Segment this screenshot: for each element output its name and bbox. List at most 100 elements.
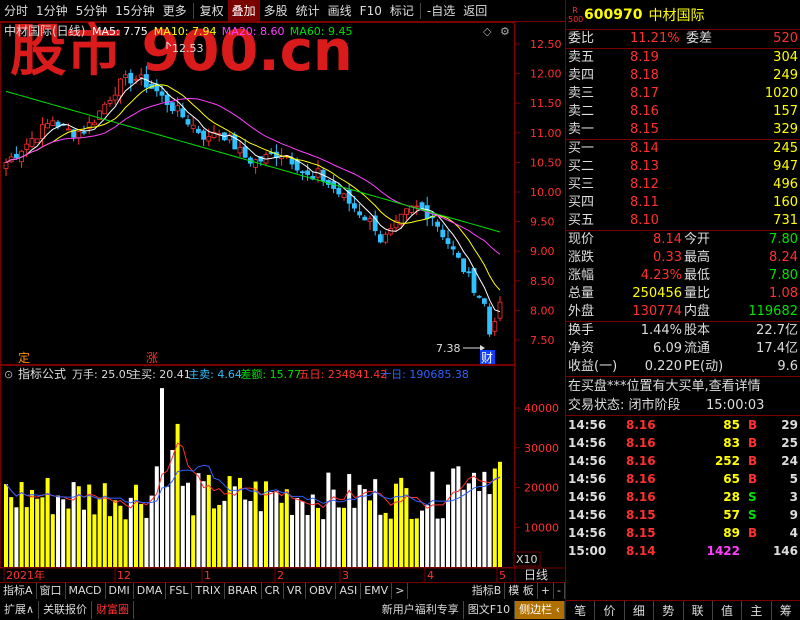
bid-row-2[interactable]: 买三 8.12 496 — [566, 176, 800, 194]
vol-tick-2: 20000 — [524, 482, 559, 495]
stock-code[interactable]: 600970 — [584, 7, 642, 23]
extension-tab-1[interactable]: 关联报价 — [39, 601, 93, 619]
extension-tab-0[interactable]: 扩展∧ — [0, 601, 40, 619]
price-tick-0: 12.50 — [530, 38, 562, 51]
toolbar-10[interactable]: F10 — [356, 0, 386, 22]
period-toolbar: 分时 1分钟 5分钟 15分钟 更多 复权 叠加 多股 统计 画线 F10 标记 -自选 返回 — [0, 0, 565, 22]
volume-bar — [269, 491, 274, 567]
gear-icon[interactable]: ⚙ — [500, 25, 510, 38]
volume-bar — [180, 485, 185, 567]
extension-tab-4[interactable]: 图文F10 — [464, 601, 516, 619]
volume-bar — [40, 497, 45, 567]
quote-tab-3[interactable]: 势 — [654, 601, 684, 620]
trade-status: 交易状态: 闭市阶段 15:00:03 — [568, 398, 765, 413]
indicator-tab-16[interactable]: + — [538, 583, 555, 599]
candle-body — [242, 146, 248, 158]
r-badge: R 500 — [568, 5, 584, 24]
indicator-tab-7[interactable]: BRAR — [225, 583, 262, 599]
toolbar-3[interactable]: 15分钟 — [111, 0, 158, 22]
extension-tab-5[interactable]: 侧边栏 ‹ — [515, 601, 565, 619]
toolbar-9[interactable]: 画线 — [324, 0, 356, 22]
big-order-notice[interactable]: 在买盘***位置有大买单,查看详情 — [566, 377, 800, 397]
indicator-tab-3[interactable]: DMI — [106, 583, 134, 599]
ask-row-0[interactable]: 卖五 8.19 304 — [566, 49, 800, 67]
volume-bar — [212, 508, 216, 567]
period-label[interactable]: 日线 — [524, 568, 548, 582]
bid-row-1[interactable]: 买二 8.13 947 — [566, 158, 800, 176]
toolbar-4[interactable]: 更多 — [159, 0, 191, 22]
indicator-formula-label[interactable]: 指标公式 — [18, 366, 66, 381]
volume-bar — [456, 466, 461, 567]
vol-tick-3: 10000 — [524, 521, 559, 534]
quote-tab-1[interactable]: 价 — [595, 601, 625, 620]
quote-tab-7[interactable]: 筹 — [772, 601, 800, 620]
toolbar-6[interactable]: 叠加 — [227, 0, 260, 22]
kline-chart-area[interactable]: 股市 900.cn 中材国际(日线) MA5: 7.75 MA10: 7.94 MA… — [0, 19, 565, 598]
indicator-tab-5[interactable]: FSL — [166, 583, 193, 599]
toolbar-13[interactable]: 返回 — [459, 0, 491, 22]
extension-tab-3[interactable]: 新用户福利专享 — [378, 601, 464, 619]
price-tick-1: 12.00 — [530, 68, 562, 81]
price-tick-9: 8.00 — [530, 304, 555, 317]
quote-tab-0[interactable]: 笔 — [566, 601, 596, 620]
indicator-tab-0[interactable]: 指标A — [0, 583, 37, 599]
toolbar-7[interactable]: 多股 — [260, 0, 292, 22]
bid-row-3[interactable]: 买四 8.11 160 — [566, 194, 800, 212]
price-tick-7: 9.00 — [530, 245, 555, 258]
candle-body — [299, 171, 305, 174]
toolbar-8[interactable]: 统计 — [292, 0, 324, 22]
diamond-icon[interactable]: ◇ — [483, 25, 492, 38]
toolbar-0[interactable]: 分时 — [0, 0, 32, 22]
toolbar-12[interactable]: -自选 — [423, 0, 459, 22]
marker-cai[interactable]: 财 — [481, 351, 493, 365]
candle-body — [487, 306, 493, 335]
ma60-line — [5, 90, 501, 233]
toolbar-5[interactable]: 复权 — [196, 0, 228, 22]
stock-name[interactable]: 中材国际 — [648, 5, 704, 25]
candle-body — [253, 159, 259, 168]
toolbar-2[interactable]: 5分钟 — [72, 0, 112, 22]
indicator-tab-11[interactable]: ASI — [336, 583, 362, 599]
ask-row-4[interactable]: 卖一 8.15 329 — [566, 121, 800, 139]
indicator-tab-8[interactable]: CR — [262, 583, 284, 599]
quote-tab-2[interactable]: 细 — [625, 601, 655, 620]
indicator-tab-14[interactable]: 指标B — [469, 583, 506, 599]
stat-row-2: 涨幅 4.23% 最低 7.80 — [568, 268, 798, 283]
indicator-tab-6[interactable]: TRIX — [192, 583, 225, 599]
indicator-collapse-icon[interactable]: ⊙ — [4, 368, 13, 381]
indicator-tab-13[interactable]: > — [392, 583, 409, 599]
bid-row-0[interactable]: 买一 8.14 245 — [566, 140, 800, 158]
volume-bar — [477, 491, 482, 567]
marker-zhang[interactable]: 涨 — [146, 350, 158, 365]
candle-body — [414, 205, 420, 208]
price-tick-5: 10.00 — [530, 186, 562, 199]
indicator-tab-2[interactable]: MACD — [66, 583, 106, 599]
volume-bar — [160, 388, 164, 567]
quote-tab-6[interactable]: 主 — [742, 601, 772, 620]
ma5-line — [5, 77, 501, 313]
toolbar-11[interactable]: 标记 — [386, 0, 418, 22]
indicator-tab-17[interactable]: - — [554, 583, 565, 599]
bid-row-4[interactable]: 买五 8.10 731 — [566, 212, 800, 230]
ask-row-1[interactable]: 卖四 8.18 249 — [566, 67, 800, 85]
indicator-tab-9[interactable]: VR — [284, 583, 307, 599]
ask-row-2[interactable]: 卖三 8.17 1020 — [566, 85, 800, 103]
candle-body — [164, 94, 170, 106]
candle-body — [455, 252, 461, 258]
indicator-tab-10[interactable]: OBV — [306, 583, 337, 599]
quote-tab-4[interactable]: 联 — [684, 601, 713, 620]
toolbar-1[interactable]: 1分钟 — [32, 0, 72, 22]
extension-tab-2[interactable]: 财富圈 — [92, 601, 135, 619]
candle-body — [461, 258, 467, 273]
kline-chart[interactable]: 股市 900.cn 中材国际(日线) MA5: 7.75 MA10: 7.94 MA… — [0, 19, 565, 582]
volume-bar — [123, 519, 128, 567]
indicator-tab-1[interactable]: 窗口 — [37, 583, 66, 599]
ask-row-3[interactable]: 卖二 8.16 157 — [566, 103, 800, 121]
quote-tab-5[interactable]: 值 — [713, 601, 743, 620]
indicator-tab-15[interactable]: 模 板 — [505, 583, 538, 599]
indicator-legend-3: 差额: 15.77 — [240, 367, 301, 381]
candle-body — [289, 158, 295, 165]
marker-ding[interactable]: 定 — [18, 350, 30, 365]
indicator-tab-12[interactable]: EMV — [361, 583, 393, 599]
indicator-tab-4[interactable]: DMA — [134, 583, 167, 599]
